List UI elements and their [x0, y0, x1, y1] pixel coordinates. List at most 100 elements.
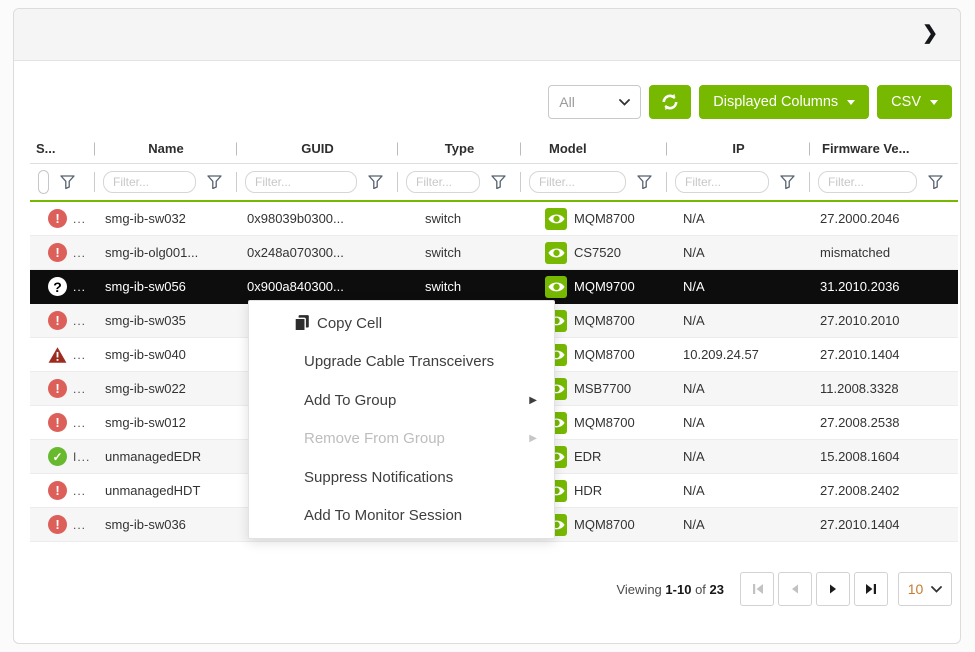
- table-filter-row: [30, 164, 958, 200]
- nvidia-logo-icon: [545, 242, 567, 264]
- column-header-ip[interactable]: IP: [667, 134, 810, 163]
- severity-error-icon: !: [48, 243, 67, 262]
- severity-truncated-text: I...: [73, 450, 90, 464]
- cell-firmware: 11.2008.3328: [810, 372, 958, 405]
- cell-guid: 0x900a840300...: [237, 270, 398, 303]
- filter-funnel-icon[interactable]: [60, 175, 75, 189]
- pagination-bar: Viewing 1-10 of 23 10: [616, 572, 952, 606]
- page-size-select[interactable]: 10: [898, 572, 952, 606]
- filter-cell-guid: [237, 164, 398, 200]
- cell-firmware: 27.2000.2046: [810, 202, 958, 235]
- severity-truncated-text: ...: [73, 314, 86, 328]
- context-menu-item-copy-cell[interactable]: Copy Cell: [249, 304, 554, 343]
- viewing-range: 1-10: [665, 582, 691, 597]
- severity-truncated-text: ...: [73, 246, 86, 260]
- cell-name: smg-ib-sw032: [95, 202, 237, 235]
- next-page-button[interactable]: [816, 572, 850, 606]
- filter-funnel-icon[interactable]: [207, 175, 222, 189]
- severity-truncated-text: ...: [73, 348, 86, 362]
- context-menu-item-add-to-group[interactable]: Add To Group ▶: [249, 381, 554, 420]
- cell-severity: !...: [30, 202, 95, 235]
- severity-error-icon: !: [48, 379, 67, 398]
- context-menu-item-add-to-monitor-session[interactable]: Add To Monitor Session: [249, 497, 554, 536]
- menu-item-label: Add To Group: [304, 392, 396, 409]
- cell-guid: 0x98039b0300...: [237, 202, 398, 235]
- chevron-down-icon: [619, 99, 630, 106]
- filter-input-firmware[interactable]: [818, 171, 917, 193]
- submenu-arrow-icon: ▶: [529, 395, 537, 406]
- cell-firmware: 15.2008.1604: [810, 440, 958, 473]
- previous-page-button: [778, 572, 812, 606]
- nvidia-logo-icon: [545, 276, 567, 298]
- cell-type: switch: [398, 236, 521, 269]
- csv-label: CSV: [891, 94, 921, 110]
- filter-funnel-icon[interactable]: [368, 175, 383, 189]
- filter-input-ip[interactable]: [675, 171, 769, 193]
- filter-input-type[interactable]: [406, 171, 480, 193]
- cell-name: smg-ib-sw035: [95, 304, 237, 337]
- last-page-icon: [865, 583, 878, 595]
- column-header-severity[interactable]: S...: [30, 134, 95, 163]
- column-header-name[interactable]: Name: [95, 134, 237, 163]
- cell-name: smg-ib-sw056: [95, 270, 237, 303]
- model-text: MQM8700: [574, 517, 635, 532]
- column-header-type[interactable]: Type: [398, 134, 521, 163]
- viewing-of: of: [695, 582, 706, 597]
- severity-error-icon: !: [48, 209, 67, 228]
- filter-funnel-icon[interactable]: [491, 175, 506, 189]
- filter-input-guid[interactable]: [245, 171, 357, 193]
- filter-cell-name: [95, 164, 237, 200]
- panel-header: ❯: [14, 9, 960, 61]
- severity-truncated-text: ...: [73, 382, 86, 396]
- table-row[interactable]: !...smg-ib-olg001...0x248a070300...switc…: [30, 236, 958, 270]
- cell-name: unmanagedHDT: [95, 474, 237, 507]
- severity-truncated-text: ...: [73, 280, 86, 294]
- cell-severity: !...: [30, 474, 95, 507]
- cell-severity: !...: [30, 236, 95, 269]
- column-header-firmware[interactable]: Firmware Ve...: [810, 134, 958, 163]
- filter-input-name[interactable]: [103, 171, 196, 193]
- collapse-panel-chevron-icon[interactable]: ❯: [922, 21, 938, 48]
- column-header-model[interactable]: Model: [521, 134, 667, 163]
- cell-severity: ✓I...: [30, 440, 95, 473]
- severity-question-icon: ?: [48, 277, 67, 296]
- csv-button[interactable]: CSV: [877, 85, 952, 119]
- last-page-button[interactable]: [854, 572, 888, 606]
- cell-severity: !...: [30, 508, 95, 541]
- severity-filter-select[interactable]: All: [548, 85, 641, 119]
- column-header-guid[interactable]: GUID: [237, 134, 398, 163]
- displayed-columns-label: Displayed Columns: [713, 94, 838, 110]
- model-text: CS7520: [574, 245, 621, 260]
- table-row[interactable]: ?...smg-ib-sw0560x900a840300...switchMQM…: [30, 270, 958, 304]
- cell-model: MQM9700: [521, 270, 667, 303]
- filter-funnel-icon[interactable]: [637, 175, 652, 189]
- cell-model: MQM8700: [521, 202, 667, 235]
- cell-type: switch: [398, 202, 521, 235]
- model-text: HDR: [574, 483, 602, 498]
- cell-name: smg-ib-sw012: [95, 406, 237, 439]
- filter-funnel-icon[interactable]: [928, 175, 943, 189]
- refresh-button[interactable]: [649, 85, 691, 119]
- cell-ip: N/A: [667, 202, 810, 235]
- filter-funnel-icon[interactable]: [780, 175, 795, 189]
- filter-input-model[interactable]: [529, 171, 626, 193]
- viewing-total: 23: [710, 582, 724, 597]
- severity-truncated-text: ...: [73, 518, 86, 532]
- cell-severity: !...: [30, 406, 95, 439]
- model-text: EDR: [574, 449, 601, 464]
- first-page-icon: [751, 583, 764, 595]
- context-menu-item-suppress-notifications[interactable]: Suppress Notifications: [249, 458, 554, 497]
- cell-ip: N/A: [667, 474, 810, 507]
- cell-firmware: 27.2010.1404: [810, 338, 958, 371]
- context-menu-item-upgrade-cable-transceivers[interactable]: Upgrade Cable Transceivers: [249, 343, 554, 382]
- cell-firmware: mismatched: [810, 236, 958, 269]
- cell-firmware: 27.2010.2010: [810, 304, 958, 337]
- filter-cell-severity: [30, 164, 95, 200]
- displayed-columns-button[interactable]: Displayed Columns: [699, 85, 869, 119]
- model-text: MSB7700: [574, 381, 631, 396]
- table-row[interactable]: !...smg-ib-sw0320x98039b0300...switchMQM…: [30, 202, 958, 236]
- context-menu: Copy CellUpgrade Cable TransceiversAdd T…: [248, 300, 555, 539]
- severity-filter-pill[interactable]: [38, 170, 49, 194]
- cell-ip: N/A: [667, 406, 810, 439]
- cell-ip: N/A: [667, 508, 810, 541]
